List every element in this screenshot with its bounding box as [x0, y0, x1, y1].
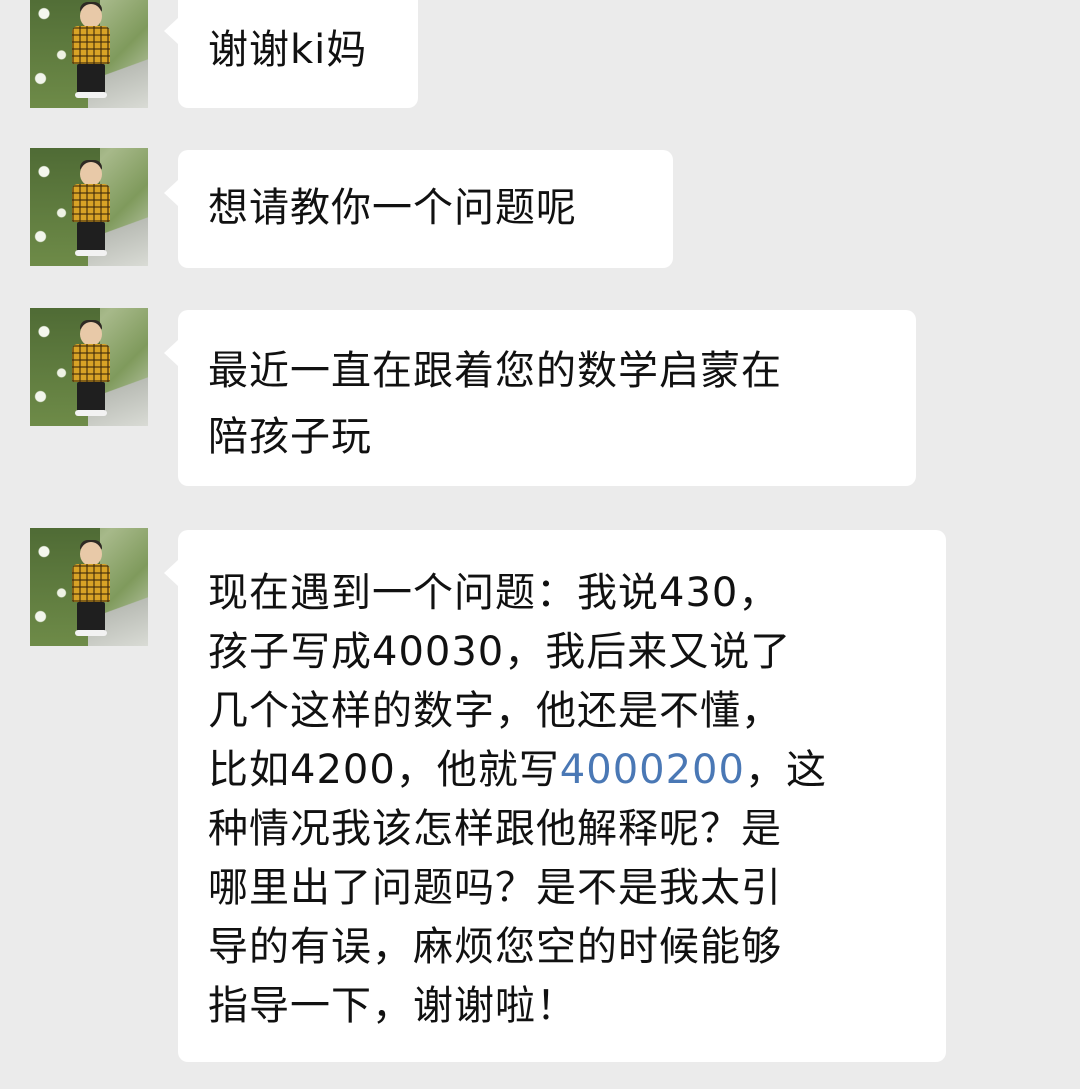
avatar[interactable]: [30, 0, 148, 108]
message-text: 谢谢ki妈: [208, 27, 368, 73]
message-text: 哪里出了问题吗？是不是我太引: [208, 865, 782, 911]
avatar[interactable]: [30, 528, 148, 646]
message-bubble[interactable]: 想请教你一个问题呢: [164, 150, 673, 268]
message-text: 孩子写成40030，我后来又说了: [208, 629, 792, 675]
avatar[interactable]: [30, 148, 148, 266]
message-text: 几个这样的数字，他还是不懂，: [208, 688, 782, 734]
message-text: 比如4200，他就写4000200，这: [208, 747, 827, 793]
message-bubble[interactable]: 谢谢ki妈: [164, 0, 418, 108]
message-text: 种情况我该怎样跟他解释呢？是: [208, 806, 782, 852]
message-text: 指导一下，谢谢啦！: [208, 983, 577, 1029]
message-text: 最近一直在跟着您的数学启蒙在: [208, 348, 782, 394]
message-text: 现在遇到一个问题：我说430，: [208, 570, 780, 616]
message-text: 陪孩子玩: [208, 414, 372, 460]
chat-view: 谢谢ki妈 想请教你一个问题呢 最近一直在跟着您的数学启蒙在 陪孩子玩 现在遇到…: [0, 0, 1080, 1089]
message-bubble[interactable]: 现在遇到一个问题：我说430， 孩子写成40030，我后来又说了 几个这样的数字…: [164, 530, 946, 1062]
avatar[interactable]: [30, 308, 148, 426]
message-text: 想请教你一个问题呢: [208, 185, 577, 231]
message-bubble[interactable]: 最近一直在跟着您的数学启蒙在 陪孩子玩: [164, 310, 916, 486]
message-text: 导的有误，麻烦您空的时候能够: [208, 924, 782, 970]
phone-number-link[interactable]: 4000200: [560, 747, 745, 793]
